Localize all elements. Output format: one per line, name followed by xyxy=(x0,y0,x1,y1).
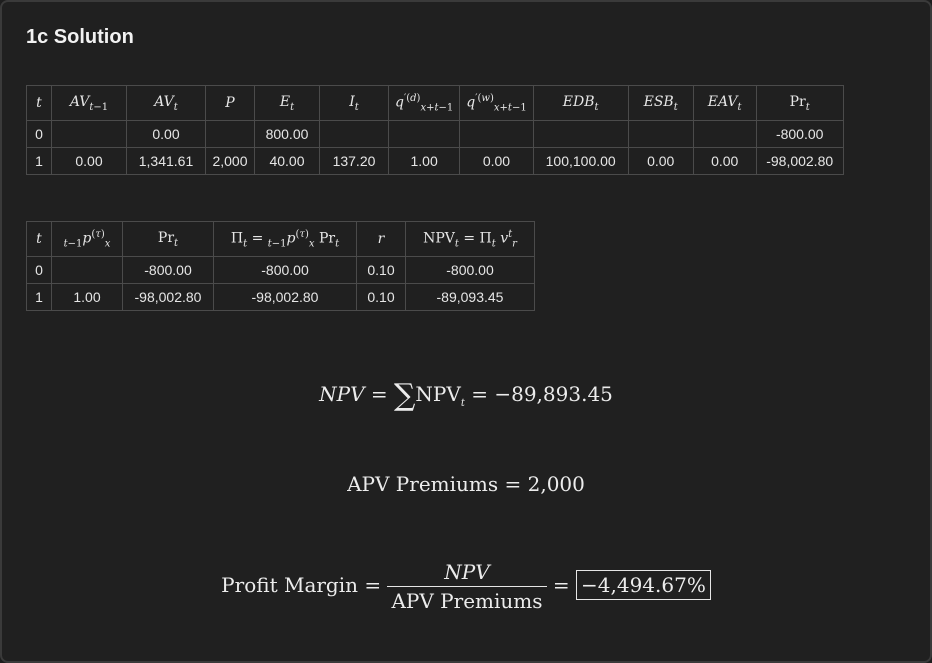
profit-margin-fraction: NPV APV Premiums xyxy=(387,560,547,613)
col-t: t xyxy=(26,85,52,121)
table-header-row: t AVt−1 AVt P Et It q′(d)x+t−1 q′(w)x+t−… xyxy=(26,85,844,121)
apv-value: 2,000 xyxy=(527,472,585,496)
table-cell: 40.00 xyxy=(254,147,320,175)
table-row: 1 1.00 -98,002.80 -98,002.80 0.10 -89,09… xyxy=(26,283,535,311)
table-cell: 0.00 xyxy=(627,147,694,175)
table-cell: -98,002.80 xyxy=(213,283,357,311)
projection-table: t AVt−1 AVt P Et It q′(d)x+t−1 q′(w)x+t−… xyxy=(26,85,844,175)
table-row: 0 0.00 800.00 -800.00 xyxy=(26,120,844,148)
table-cell: 0.00 xyxy=(692,147,757,175)
table-cell xyxy=(532,120,629,148)
table-cell: -800.00 xyxy=(755,120,844,148)
apv-formula: APV Premiums = 2,000 xyxy=(347,472,585,496)
table-header-row: t t−1p(τ)x Prt Πt = t−1p(τ)x Prt r NPVt … xyxy=(26,221,535,257)
table-cell xyxy=(692,120,757,148)
solution-card: 1c Solution t AVt−1 AVt P Et It q′(d)x+t… xyxy=(0,0,932,663)
col-rate: r xyxy=(356,221,406,257)
table-cell: -800.00 xyxy=(213,256,357,284)
table-cell xyxy=(51,120,127,148)
col-av-prev: AVt−1 xyxy=(51,85,127,121)
col-expense: Et xyxy=(254,85,320,121)
col-premium: P xyxy=(205,85,255,121)
table-cell: 1 xyxy=(26,283,52,311)
table-cell: 0.10 xyxy=(356,283,406,311)
table-cell xyxy=(51,256,123,284)
col-npv: NPVt = Πt vtr xyxy=(405,221,535,257)
table-cell: -98,002.80 xyxy=(122,283,214,311)
table-cell: 0.00 xyxy=(51,147,127,175)
table-cell: 100,100.00 xyxy=(532,147,629,175)
table-cell: 1.00 xyxy=(387,147,461,175)
col-av: AVt xyxy=(126,85,206,121)
table-cell: -98,002.80 xyxy=(755,147,844,175)
col-edb: EDBt xyxy=(532,85,629,121)
table-cell: 2,000 xyxy=(205,147,255,175)
table-cell: 0.00 xyxy=(459,147,534,175)
table-cell xyxy=(459,120,534,148)
col-t: t xyxy=(26,221,52,257)
col-profit-signature: Πt = t−1p(τ)x Prt xyxy=(213,221,357,257)
table-cell: 800.00 xyxy=(254,120,320,148)
col-q-death: q′(d)x+t−1 xyxy=(387,85,461,121)
table-cell: -800.00 xyxy=(122,256,214,284)
profit-margin-formula: Profit Margin = NPV APV Premiums = −4,49… xyxy=(2,560,930,613)
col-profit: Prt xyxy=(755,85,844,121)
table-cell xyxy=(319,120,389,148)
npv-table: t t−1p(τ)x Prt Πt = t−1p(τ)x Prt r NPVt … xyxy=(26,221,535,311)
table-cell: 0 xyxy=(26,120,52,148)
section-title: 1c Solution xyxy=(26,26,134,48)
col-survival: t−1p(τ)x xyxy=(51,221,123,257)
table-cell: 0 xyxy=(26,256,52,284)
col-esb: ESBt xyxy=(627,85,694,121)
table-cell xyxy=(627,120,694,148)
col-q-withdrawal: q′(w)x+t−1 xyxy=(459,85,534,121)
col-eav: EAVt xyxy=(692,85,757,121)
table-cell: 0.10 xyxy=(356,256,406,284)
table-cell: 1 xyxy=(26,147,52,175)
profit-margin-value: −4,494.67% xyxy=(576,570,711,600)
table-cell: 0.00 xyxy=(126,120,206,148)
table-cell: 1.00 xyxy=(51,283,123,311)
table-cell: -800.00 xyxy=(405,256,535,284)
table-cell: 137.20 xyxy=(319,147,389,175)
table-row: 1 0.00 1,341.61 2,000 40.00 137.20 1.00 … xyxy=(26,147,844,175)
table-cell xyxy=(205,120,255,148)
table-cell xyxy=(387,120,461,148)
table-cell: 1,341.61 xyxy=(126,147,206,175)
npv-formula: NPV = ∑NPVt = −89,893.45 xyxy=(319,378,613,413)
col-profit: Prt xyxy=(122,221,214,257)
table-row: 0 -800.00 -800.00 0.10 -800.00 xyxy=(26,256,535,284)
col-interest: It xyxy=(319,85,389,121)
table-cell: -89,093.45 xyxy=(405,283,535,311)
npv-value: −89,893.45 xyxy=(494,382,613,406)
